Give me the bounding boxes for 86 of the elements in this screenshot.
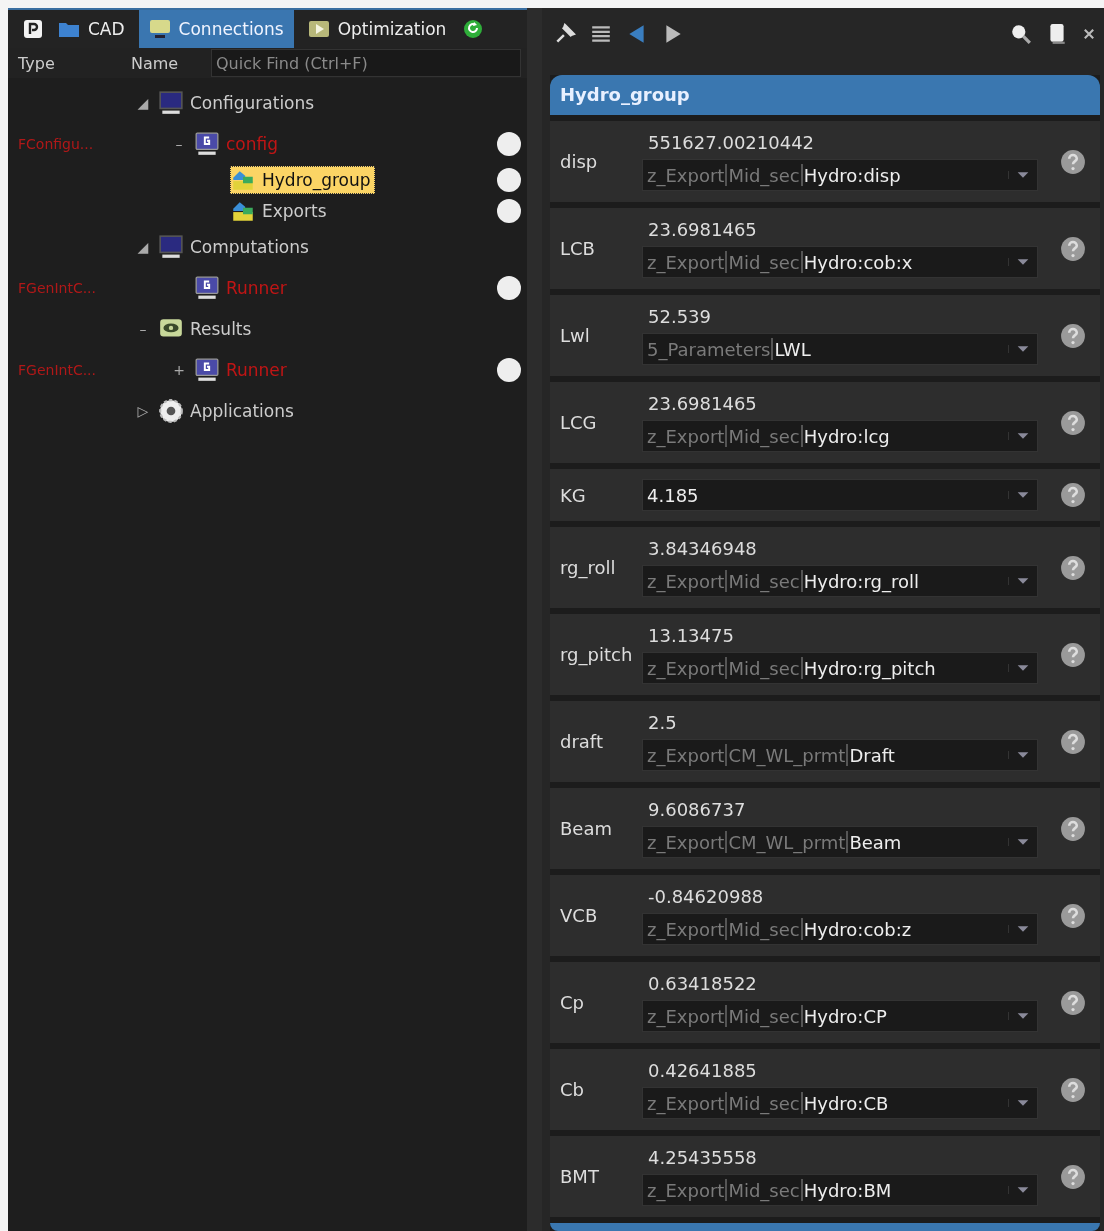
expander-toggle[interactable]: + <box>173 361 185 378</box>
parameter-value: 23.6981465 <box>647 219 758 240</box>
parameter-value: 52.539 <box>647 306 712 327</box>
help-icon[interactable] <box>1060 554 1086 581</box>
expander-toggle[interactable]: – <box>175 135 183 152</box>
help-icon[interactable] <box>1060 1076 1086 1103</box>
monitor-icon <box>194 356 220 383</box>
tree-item[interactable]: Configurations <box>158 88 319 117</box>
monitor-icon <box>148 19 171 39</box>
search-field[interactable]: Quick Find (Ctrl+F) <box>211 49 522 77</box>
pin-icon[interactable] <box>554 22 576 45</box>
parameter-label: rg_roll <box>560 557 617 578</box>
type-text: FConfigu... <box>18 136 94 152</box>
group-header: Hydro_group <box>550 75 1100 115</box>
link-dropdown[interactable]: 5_Parameters LWL <box>642 333 1038 365</box>
help-icon[interactable] <box>1060 902 1086 929</box>
link-dropdown[interactable]: z_Export Mid_sec Hydro:disp <box>642 159 1038 191</box>
parameter-label: rg_pitch <box>560 644 634 665</box>
value-field[interactable]: 4.185 <box>642 479 1038 511</box>
link-dropdown[interactable]: z_Export Mid_sec Hydro:BM <box>642 1174 1038 1206</box>
type-text: FGenIntC... <box>18 280 96 296</box>
help-icon[interactable] <box>1060 409 1086 436</box>
link-dropdown[interactable]: z_Export CM_WL_prmt Draft <box>642 739 1038 771</box>
parameter-label: disp <box>560 151 599 172</box>
p-logo-icon[interactable] <box>22 19 44 39</box>
parameter-value: 3.84346948 <box>647 538 758 559</box>
parameter-value: -0.84620988 <box>647 886 765 907</box>
parameter-value: 9.6086737 <box>647 799 747 820</box>
parameter-label: Cb <box>560 1079 585 1100</box>
help-icon[interactable] <box>1060 1163 1086 1190</box>
tree-item[interactable]: Results <box>158 314 256 343</box>
link-dropdown[interactable]: z_Export Mid_sec Hydro:lcg <box>642 420 1038 452</box>
link-dropdown[interactable]: z_Export Mid_sec Hydro:CP <box>642 1000 1038 1032</box>
tree-item[interactable]: Applications <box>158 396 298 425</box>
gear-icon <box>158 397 184 424</box>
expander-toggle[interactable]: ▷ <box>137 402 149 419</box>
column-header[interactable]: Type <box>8 53 121 73</box>
parameter-value: 4.25435558 <box>647 1147 758 1168</box>
help-icon[interactable] <box>1060 989 1086 1016</box>
tree-item[interactable]: Computations <box>158 232 313 261</box>
tab[interactable]: CAD <box>48 10 135 48</box>
monitor-icon <box>194 274 220 301</box>
monitor-icon <box>194 130 220 157</box>
search-icon[interactable] <box>1010 22 1032 45</box>
tab[interactable]: Optimization <box>297 10 457 48</box>
parameter-label: Lwl <box>560 325 591 346</box>
tree-item[interactable]: Exports <box>230 196 331 225</box>
parameter-value: 2.5 <box>647 712 678 733</box>
expander-toggle[interactable]: ◢ <box>137 94 149 111</box>
parameter-label: VCB <box>560 905 599 926</box>
monitor-icon <box>158 89 184 116</box>
parameter-value: 0.63418522 <box>647 973 758 994</box>
close-icon[interactable] <box>1082 26 1096 41</box>
expander-toggle[interactable]: ◢ <box>137 238 149 255</box>
help-icon[interactable] <box>1060 235 1086 262</box>
link-dropdown[interactable]: z_Export Mid_sec Hydro:CB <box>642 1087 1038 1119</box>
link-dropdown[interactable]: z_Export CM_WL_prmt Beam <box>642 826 1038 858</box>
link-dropdown[interactable]: z_Export Mid_sec Hydro:cob:z <box>642 913 1038 945</box>
tab[interactable]: Connections <box>138 10 294 48</box>
help-icon[interactable] <box>1060 482 1086 508</box>
parameter-value: 551627.00210442 <box>647 132 816 153</box>
link-dropdown[interactable]: z_Export Mid_sec Hydro:cob:x <box>642 246 1038 278</box>
parameter-label: KG <box>560 484 587 506</box>
help-icon[interactable] <box>1060 728 1086 755</box>
help-icon[interactable] <box>1060 815 1086 842</box>
expander-toggle[interactable]: – <box>139 320 147 337</box>
parameter-label: BMT <box>560 1166 600 1187</box>
parameter-label: LCG <box>560 412 598 433</box>
parameter-label: Beam <box>560 818 613 839</box>
parameter-value: 0.42641885 <box>647 1060 758 1081</box>
refresh-icon[interactable] <box>462 19 485 39</box>
play-icon <box>307 19 330 39</box>
parameter-label: LCB <box>560 238 596 259</box>
help-icon[interactable] <box>1060 641 1086 668</box>
monitor-icon <box>158 233 184 260</box>
help-icon[interactable] <box>1060 148 1086 175</box>
parameter-value: 13.13475 <box>647 625 735 646</box>
type-text: FGenIntC... <box>18 362 96 378</box>
parameter-value: 23.6981465 <box>647 393 758 414</box>
link-dropdown[interactable]: z_Export Mid_sec Hydro:rg_roll <box>642 565 1038 597</box>
parameter-label: Cp <box>560 992 585 1013</box>
tree-item[interactable]: Hydro_group <box>230 165 375 194</box>
help-icon[interactable] <box>1060 322 1086 349</box>
parameter-label: draft <box>560 731 604 752</box>
link-dropdown[interactable]: z_Export Mid_sec Hydro:rg_pitch <box>642 652 1038 684</box>
column-header[interactable]: Name <box>121 53 211 73</box>
